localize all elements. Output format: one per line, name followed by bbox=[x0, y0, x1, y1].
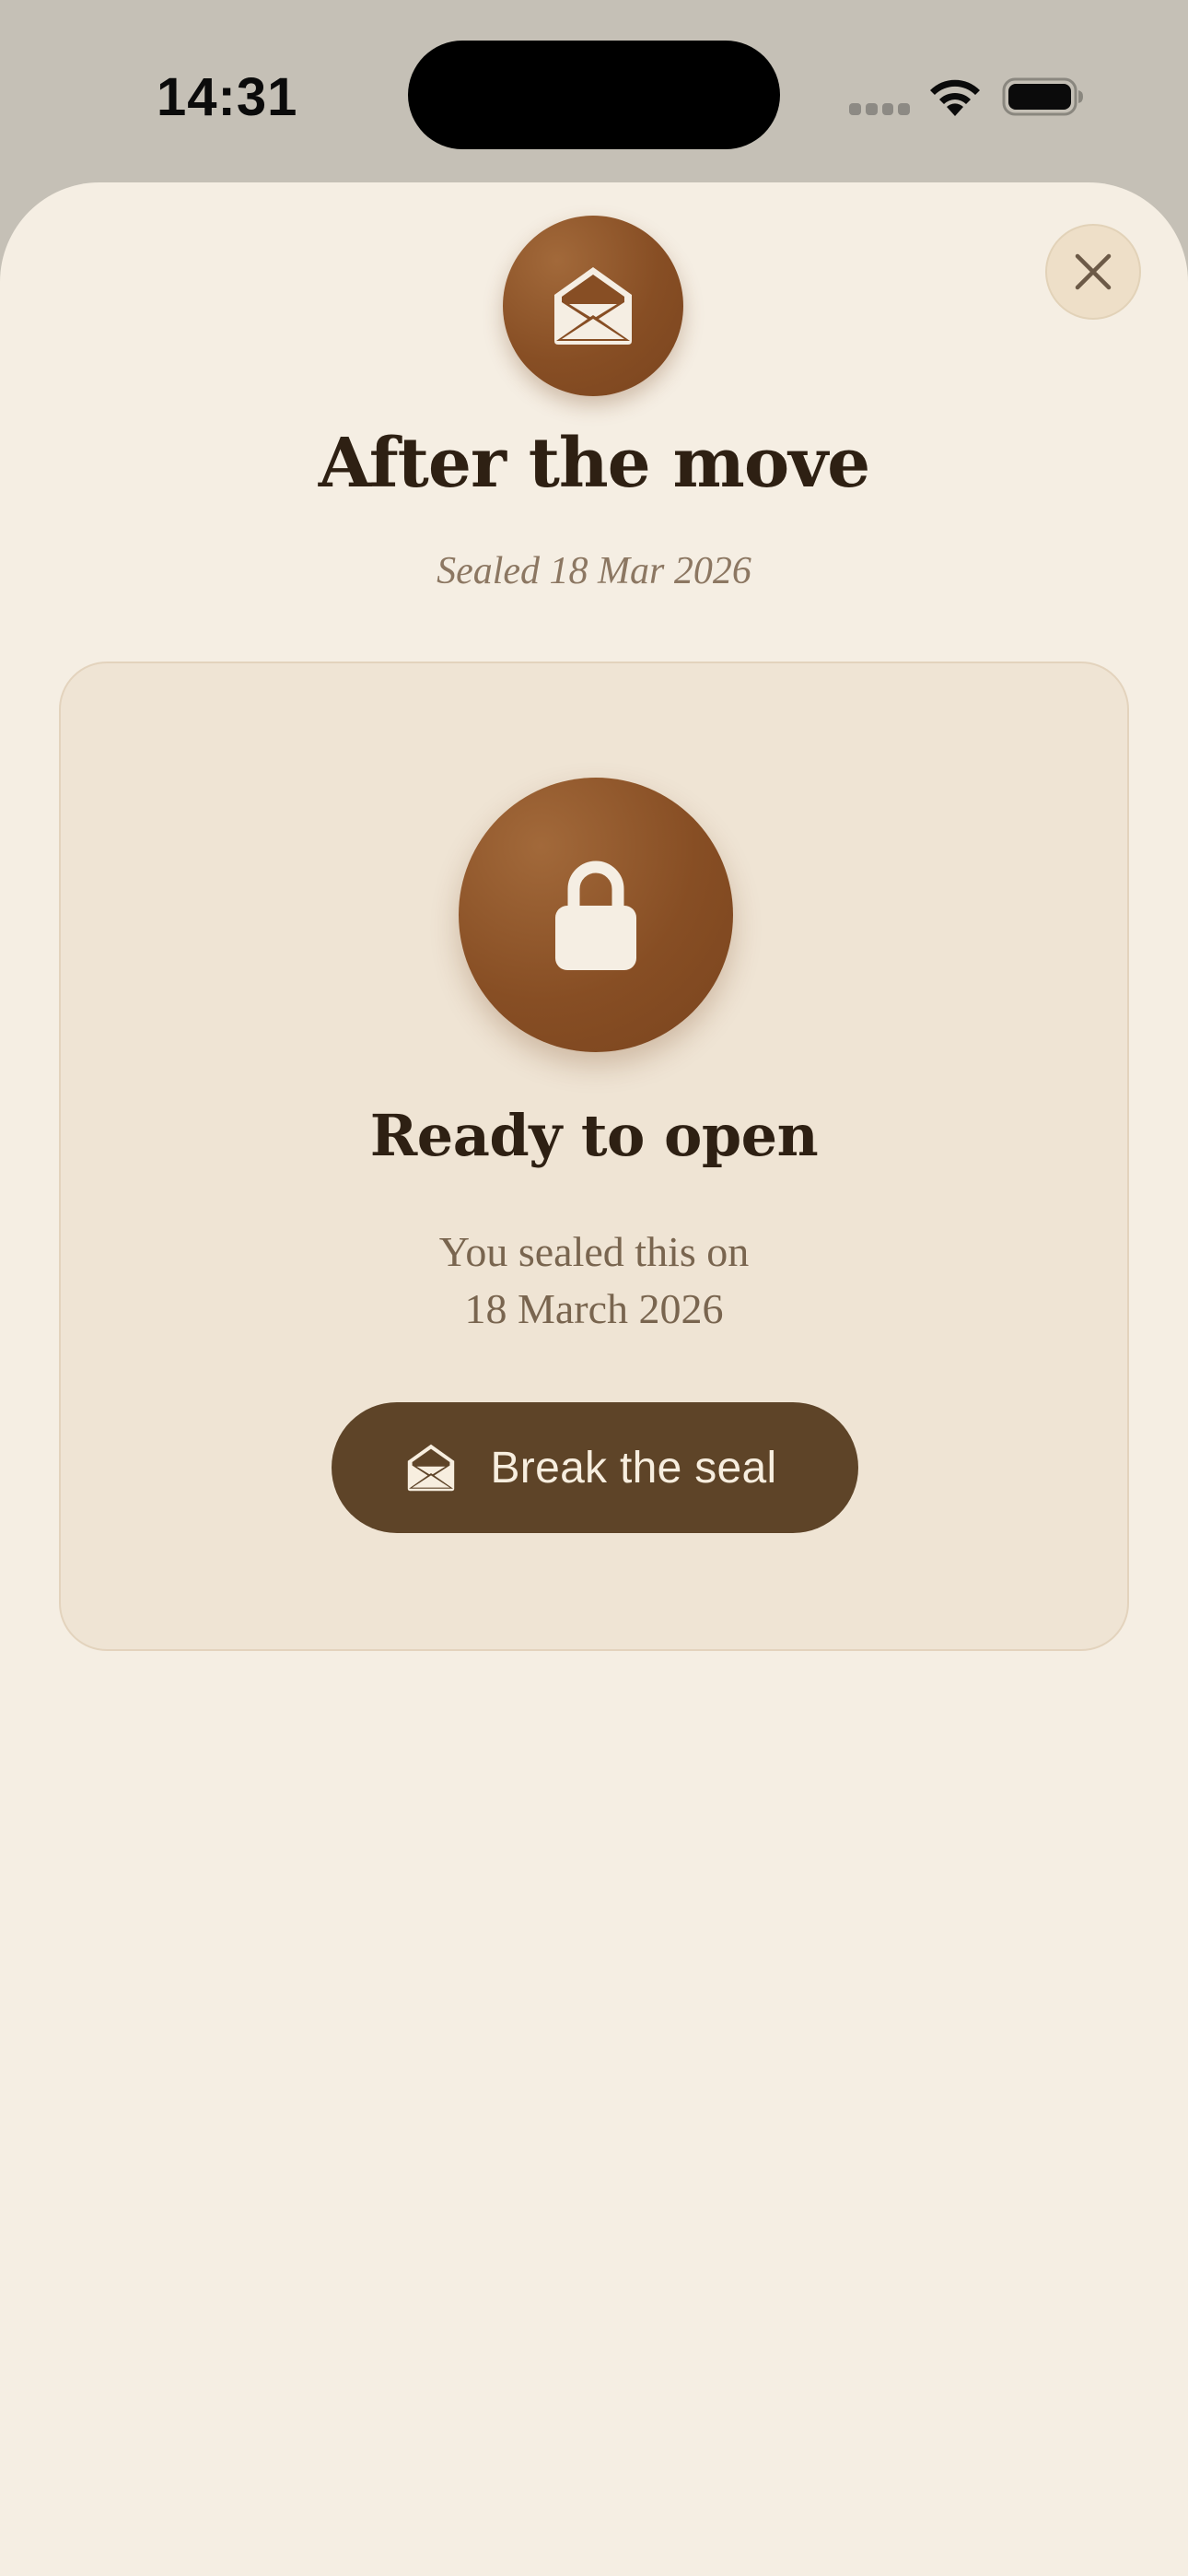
page-title: After the move bbox=[318, 424, 871, 503]
card-description-line1: You sealed this on bbox=[438, 1228, 750, 1275]
card-title: Ready to open bbox=[369, 1102, 819, 1169]
modal-sheet: After the move Sealed 18 Mar 2026 Ready … bbox=[0, 182, 1188, 2576]
card-description-line2: 18 March 2026 bbox=[464, 1285, 724, 1332]
header-badge bbox=[503, 216, 683, 396]
lock-badge bbox=[459, 778, 733, 1052]
dynamic-island bbox=[408, 41, 780, 149]
break-seal-button[interactable]: Break the seal bbox=[332, 1402, 858, 1533]
envelope-open-icon bbox=[408, 1444, 455, 1492]
cellular-signal-icon bbox=[849, 103, 910, 116]
status-time: 14:31 bbox=[157, 67, 298, 127]
lock-icon bbox=[555, 861, 636, 970]
battery-icon bbox=[1002, 77, 1083, 116]
card-description: You sealed this on 18 March 2026 bbox=[61, 1224, 1127, 1338]
sealed-date-subtitle: Sealed 18 Mar 2026 bbox=[437, 550, 751, 592]
capsule-card: Ready to open You sealed this on 18 Marc… bbox=[59, 662, 1129, 1651]
close-button[interactable] bbox=[1045, 224, 1141, 320]
break-seal-button-label: Break the seal bbox=[490, 1443, 777, 1493]
status-bar: 14:31 bbox=[0, 0, 1188, 184]
envelope-open-icon bbox=[554, 267, 632, 345]
wifi-icon bbox=[930, 79, 980, 116]
close-icon bbox=[1075, 253, 1112, 290]
